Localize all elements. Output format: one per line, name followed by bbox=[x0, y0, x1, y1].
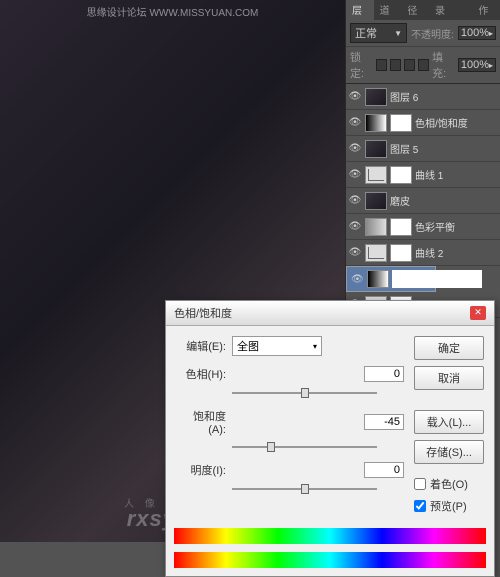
saturation-slider[interactable] bbox=[232, 440, 377, 454]
layer-row[interactable]: 👁 图层 6 bbox=[346, 84, 500, 110]
layer-mask[interactable] bbox=[390, 166, 412, 184]
lightness-slider[interactable] bbox=[232, 482, 377, 496]
watermark-top: 思缘设计论坛 WWW.MISSYUAN.COM bbox=[87, 4, 259, 19]
tab-actions[interactable]: 动作 bbox=[472, 0, 500, 20]
hue-slider[interactable] bbox=[232, 386, 377, 400]
lock-position-icon[interactable] bbox=[404, 59, 415, 71]
layer-name[interactable]: 色彩平衡 bbox=[415, 219, 455, 234]
opacity-value[interactable]: 100%▸ bbox=[458, 26, 496, 40]
cancel-button[interactable]: 取消 bbox=[414, 366, 484, 390]
layer-row[interactable]: 👁 磨皮 bbox=[346, 188, 500, 214]
preview-checkbox[interactable]: 预览(P) bbox=[414, 498, 484, 514]
eye-icon[interactable]: 👁 bbox=[348, 220, 362, 234]
fill-value[interactable]: 100%▸ bbox=[458, 58, 496, 72]
eye-icon[interactable]: 👁 bbox=[348, 194, 362, 208]
layer-thumb[interactable] bbox=[365, 244, 387, 262]
lock-pixels-icon[interactable] bbox=[390, 59, 401, 71]
eye-icon[interactable]: 👁 bbox=[348, 90, 362, 104]
eye-icon[interactable]: 👁 bbox=[348, 168, 362, 182]
layer-row[interactable]: 👁 曲线 1 bbox=[346, 162, 500, 188]
layer-name[interactable]: 曲线 2 bbox=[415, 245, 443, 260]
layer-name[interactable]: 图层 5 bbox=[390, 141, 418, 156]
saturation-input[interactable]: -45 bbox=[364, 414, 404, 430]
hue-label: 色相(H): bbox=[176, 366, 226, 382]
layer-thumb[interactable] bbox=[365, 166, 387, 184]
layer-row[interactable]: 👁 色相/饱和度 bbox=[346, 110, 500, 136]
layer-thumb[interactable] bbox=[367, 270, 389, 288]
layer-row[interactable]: 👁色相/饱和度 1 bbox=[346, 266, 436, 292]
save-button[interactable]: 存储(S)... bbox=[414, 440, 484, 464]
eye-icon[interactable]: 👁 bbox=[351, 272, 364, 286]
lock-transparency-icon[interactable] bbox=[376, 59, 387, 71]
eye-icon[interactable]: 👁 bbox=[348, 142, 362, 156]
blend-mode-select[interactable]: 正常▼ bbox=[350, 23, 407, 43]
spectrum-bar bbox=[174, 552, 486, 568]
layer-mask[interactable] bbox=[390, 114, 412, 132]
close-icon[interactable]: ✕ bbox=[470, 306, 486, 320]
dialog-title: 色相/饱和度 bbox=[174, 305, 232, 321]
slider-handle[interactable] bbox=[301, 484, 309, 494]
lightness-input[interactable]: 0 bbox=[364, 462, 404, 478]
fill-label: 填充: bbox=[432, 49, 455, 81]
tab-history[interactable]: 历史记录 bbox=[429, 0, 472, 20]
saturation-label: 饱和度(A): bbox=[176, 408, 226, 436]
ok-button[interactable]: 确定 bbox=[414, 336, 484, 360]
layer-mask[interactable] bbox=[390, 218, 412, 236]
layer-name[interactable]: 曲线 1 bbox=[415, 167, 443, 182]
tab-channels[interactable]: 通道 bbox=[374, 0, 402, 20]
layer-name[interactable]: 磨皮 bbox=[390, 193, 410, 208]
tab-layers[interactable]: 图层 bbox=[346, 0, 374, 20]
lock-label: 锁定: bbox=[350, 49, 373, 81]
slider-handle[interactable] bbox=[301, 388, 309, 398]
eye-icon[interactable]: 👁 bbox=[348, 116, 362, 130]
dialog-titlebar[interactable]: 色相/饱和度 ✕ bbox=[166, 301, 494, 326]
layer-mask[interactable] bbox=[392, 270, 482, 288]
lock-row: 锁定: 填充: 100%▸ bbox=[346, 47, 500, 84]
layer-row[interactable]: 👁 图层 5 bbox=[346, 136, 500, 162]
layers-list: 👁 图层 6 👁 色相/饱和度 👁 图层 5 👁 曲线 1 👁 磨皮 👁 色彩平衡 👁 曲线 … bbox=[346, 84, 500, 318]
layer-thumb[interactable] bbox=[365, 192, 387, 210]
hue-sat-dialog: 色相/饱和度 ✕ 编辑(E): 全图▾ 色相(H): 0 饱和度(A): -45… bbox=[165, 300, 495, 577]
layer-thumb[interactable] bbox=[365, 140, 387, 158]
layer-row[interactable]: 👁 色彩平衡 bbox=[346, 214, 500, 240]
panel-tabs: 图层 通道 路径 历史记录 动作 bbox=[346, 0, 500, 20]
eye-icon[interactable]: 👁 bbox=[348, 246, 362, 260]
layer-name[interactable]: 图层 6 bbox=[390, 89, 418, 104]
edit-label: 编辑(E): bbox=[176, 338, 226, 354]
layer-thumb[interactable] bbox=[365, 218, 387, 236]
hue-input[interactable]: 0 bbox=[364, 366, 404, 382]
chevron-down-icon: ▼ bbox=[394, 29, 402, 38]
layer-thumb[interactable] bbox=[365, 88, 387, 106]
layer-mask[interactable] bbox=[390, 244, 412, 262]
lightness-label: 明度(I): bbox=[176, 462, 226, 478]
opacity-label: 不透明度: bbox=[411, 26, 454, 41]
tab-paths[interactable]: 路径 bbox=[401, 0, 429, 20]
load-button[interactable]: 载入(L)... bbox=[414, 410, 484, 434]
layer-thumb[interactable] bbox=[365, 114, 387, 132]
blend-row: 正常▼ 不透明度: 100%▸ bbox=[346, 20, 500, 47]
layer-row[interactable]: 👁 曲线 2 bbox=[346, 240, 500, 266]
layers-panel: 图层 通道 路径 历史记录 动作 正常▼ 不透明度: 100%▸ 锁定: 填充:… bbox=[345, 0, 500, 340]
layer-name[interactable]: 色相/饱和度 bbox=[415, 115, 468, 130]
lock-all-icon[interactable] bbox=[418, 59, 429, 71]
chevron-down-icon: ▾ bbox=[313, 342, 317, 351]
slider-handle[interactable] bbox=[267, 442, 275, 452]
colorize-checkbox[interactable]: 着色(O) bbox=[414, 476, 484, 492]
edit-select[interactable]: 全图▾ bbox=[232, 336, 322, 356]
